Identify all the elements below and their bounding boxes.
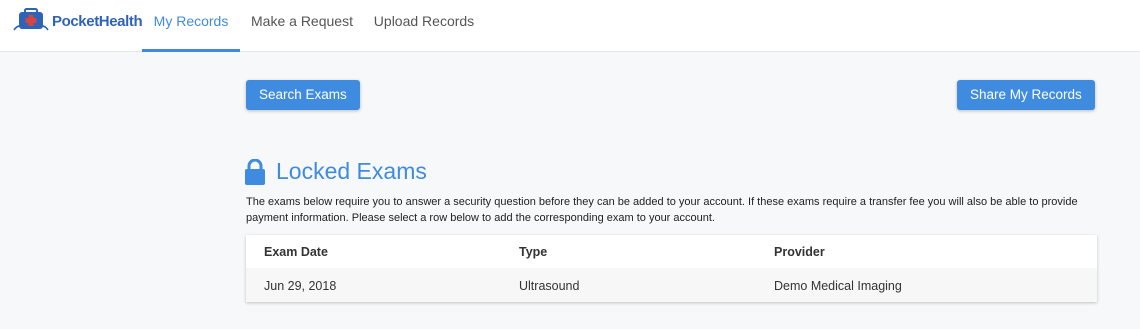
cell-type: Ultrasound	[519, 279, 580, 293]
table-header: Exam Date Type Provider	[246, 235, 1097, 268]
column-header-provider: Provider	[774, 245, 825, 259]
tab-my-records[interactable]: My Records	[142, 0, 240, 52]
tab-make-a-request[interactable]: Make a Request	[247, 0, 357, 51]
share-my-records-button[interactable]: Share My Records	[957, 80, 1095, 110]
tab-label: My Records	[153, 13, 229, 29]
locked-exams-table: Exam Date Type Provider Jun 29, 2018 Ult…	[246, 235, 1097, 302]
logo-text: PocketHealth	[52, 12, 143, 30]
active-tab-indicator	[142, 49, 240, 52]
tab-label: Make a Request	[251, 13, 353, 29]
locked-exams-heading: Locked Exams	[245, 158, 427, 185]
column-header-exam-date: Exam Date	[264, 245, 328, 259]
cell-provider: Demo Medical Imaging	[774, 279, 902, 293]
tab-label: Upload Records	[373, 13, 475, 29]
tab-upload-records[interactable]: Upload Records	[370, 0, 478, 51]
column-header-type: Type	[519, 245, 548, 259]
search-exams-button[interactable]: Search Exams	[246, 80, 360, 110]
cell-exam-date: Jun 29, 2018	[264, 279, 337, 293]
section-title: Locked Exams	[276, 158, 427, 184]
top-navigation-bar: PocketHealth My Records Make a Request U…	[0, 0, 1140, 52]
lock-icon	[245, 158, 265, 185]
locked-exams-description: The exams below require you to answer a …	[246, 196, 1078, 224]
table-row[interactable]: Jun 29, 2018 Ultrasound Demo Medical Ima…	[246, 268, 1097, 302]
medical-kit-icon	[13, 8, 49, 31]
pockethealth-logo[interactable]: PocketHealth	[13, 8, 143, 34]
